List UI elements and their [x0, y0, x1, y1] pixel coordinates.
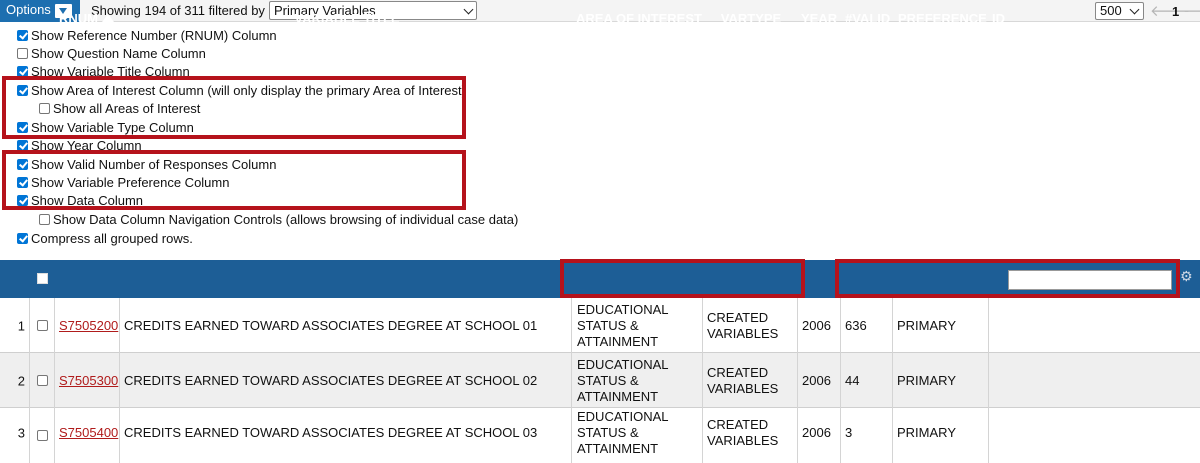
- preference-value: PRIMARY: [897, 372, 956, 388]
- column-header-rnum[interactable]: RNUM: [59, 0, 119, 38]
- area-line: EDUCATIONAL: [577, 356, 669, 372]
- checkbox[interactable]: [17, 30, 28, 41]
- rnum-link[interactable]: S7505400: [59, 425, 118, 440]
- option-compress-grouped-rows[interactable]: Compress all grouped rows.: [17, 231, 193, 247]
- preference-value: PRIMARY: [897, 317, 956, 333]
- row-number: 3: [17, 425, 25, 441]
- vartype-line: VARIABLES: [707, 380, 779, 396]
- variable-title: CREDITS EARNED TOWARD ASSOCIATES DEGREE …: [124, 372, 538, 388]
- row-checkbox[interactable]: [37, 375, 48, 386]
- area-line: ATTAINMENT: [577, 333, 659, 349]
- vartype-line: CREATED: [707, 309, 769, 325]
- valid-value: 3: [845, 425, 853, 440]
- column-header-preference[interactable]: PREFERENCE: [898, 0, 987, 38]
- column-header-area-of-interest[interactable]: AREA OF INTEREST: [574, 0, 704, 38]
- sort-ascending-icon: [102, 14, 114, 22]
- column-settings-icon[interactable]: ⚙: [1180, 268, 1193, 285]
- area-line: EDUCATIONAL: [577, 301, 669, 317]
- row-number: 1: [17, 318, 25, 333]
- option-show-question-name[interactable]: Show Question Name Column: [17, 46, 206, 62]
- area-line: STATUS &: [577, 317, 639, 333]
- vartype-line: CREATED: [707, 364, 769, 380]
- year-value: 2006: [802, 372, 831, 388]
- year-value: 2006: [802, 317, 831, 333]
- next-page-icon[interactable]: 🡒: [1183, 1, 1200, 20]
- highlight-box-valid-pref-id-header: [835, 259, 1180, 298]
- highlight-box-area-type: [2, 76, 466, 139]
- column-header-year[interactable]: YEAR: [801, 0, 841, 38]
- year-value: 2006: [802, 425, 831, 440]
- page-number: 1: [1172, 4, 1180, 19]
- checkbox[interactable]: [17, 48, 28, 59]
- highlight-box-area-vartype-header: [560, 259, 805, 298]
- chevron-down-icon: [1129, 4, 1140, 15]
- vartype-line: CREATED: [707, 417, 769, 432]
- vartype-line: VARIABLES: [707, 325, 779, 341]
- row-checkbox[interactable]: [37, 430, 48, 441]
- column-header-id: ID: [992, 11, 1005, 26]
- valid-value: 636: [845, 317, 867, 333]
- preference-value: PRIMARY: [897, 425, 956, 440]
- column-header-vartype[interactable]: VARTYPE: [705, 0, 797, 38]
- page-size-select[interactable]: 500: [1095, 2, 1144, 20]
- checkbox[interactable]: [17, 233, 28, 244]
- table-row: 3 S7505400 CREDITS EARNED TOWARD ASSOCIA…: [0, 408, 1200, 463]
- vartype-line: VARIABLES: [707, 433, 779, 448]
- options-label: Options: [6, 2, 51, 17]
- rnum-link[interactable]: S7505200: [59, 318, 118, 333]
- table-row: 2 S7505300 CREDITS EARNED TOWARD ASSOCIA…: [0, 353, 1200, 408]
- select-all-checkbox[interactable]: [37, 273, 48, 284]
- option-show-data-nav-controls[interactable]: Show Data Column Navigation Controls (al…: [39, 212, 518, 228]
- valid-value: 44: [845, 372, 860, 388]
- area-line: EDUCATIONAL: [577, 409, 669, 424]
- page-size-value: 500: [1100, 3, 1122, 18]
- area-line: ATTAINMENT: [577, 441, 659, 456]
- column-header-variable-title[interactable]: VARIABLE TITLE: [122, 0, 572, 38]
- row-checkbox[interactable]: [37, 320, 48, 331]
- rnum-link[interactable]: S7505300: [59, 373, 118, 388]
- area-line: STATUS &: [577, 425, 639, 440]
- column-header-valid[interactable]: #VALID: [845, 0, 893, 38]
- row-number: 2: [17, 373, 25, 388]
- checkbox[interactable]: [39, 214, 50, 225]
- variable-title: CREDITS EARNED TOWARD ASSOCIATES DEGREE …: [124, 425, 538, 440]
- variable-title: CREDITS EARNED TOWARD ASSOCIATES DEGREE …: [124, 317, 538, 333]
- highlight-box-valid-pref-data: [2, 150, 466, 210]
- area-line: STATUS &: [577, 372, 639, 388]
- area-line: ATTAINMENT: [577, 388, 659, 404]
- table-row: 1 S7505200 CREDITS EARNED TOWARD ASSOCIA…: [0, 298, 1200, 353]
